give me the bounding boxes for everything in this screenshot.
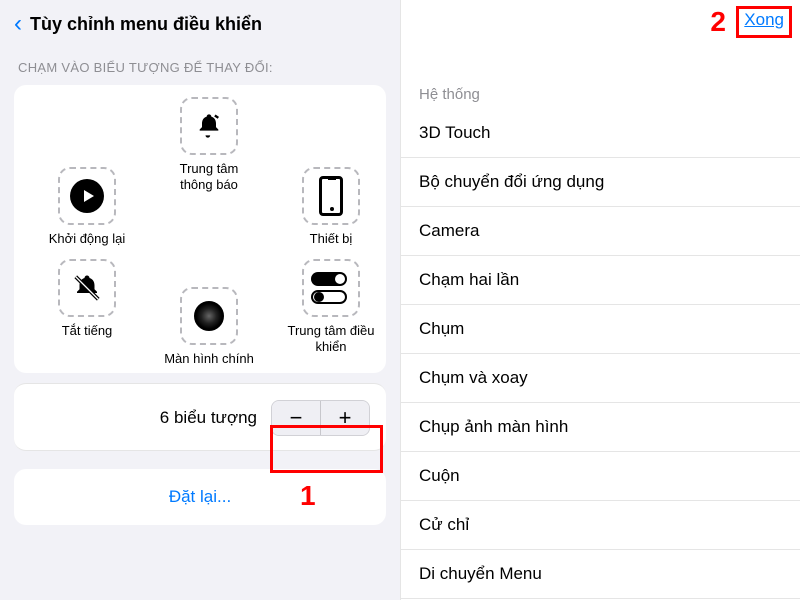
list-item[interactable]: 3D Touch — [401, 109, 800, 158]
restart-icon — [70, 179, 104, 213]
slot-control-center[interactable]: Trung tâm điều khiển — [286, 259, 376, 354]
icons-card: Trung tâm thông báo Khởi động lại Thiết … — [14, 85, 386, 373]
list-item[interactable]: Cử chỉ — [401, 501, 800, 550]
reset-button[interactable]: Đặt lại... — [169, 487, 231, 506]
slot-label: Trung tâm thông báo — [164, 161, 254, 192]
page-title: Tùy chỉnh menu điều khiển — [30, 14, 262, 35]
slot-device[interactable]: Thiết bị — [286, 167, 376, 247]
section-header: CHẠM VÀO BIỂU TƯỢNG ĐỂ THAY ĐỔI: — [0, 50, 400, 81]
feature-list: 3D Touch Bộ chuyển đổi ứng dụng Camera C… — [401, 109, 800, 599]
reset-row: Đặt lại... — [14, 469, 386, 525]
slot-label: Trung tâm điều khiển — [286, 323, 376, 354]
bell-icon — [195, 112, 223, 140]
increment-button[interactable]: + — [321, 401, 369, 435]
slot-label: Thiết bị — [286, 231, 376, 247]
slot-mute[interactable]: Tắt tiếng — [42, 259, 132, 339]
list-item[interactable]: Cuộn — [401, 452, 800, 501]
icon-grid: Trung tâm thông báo Khởi động lại Thiết … — [24, 97, 376, 357]
device-icon — [319, 176, 343, 216]
customize-panel: ‹ Tùy chỉnh menu điều khiển CHẠM VÀO BIỂ… — [0, 0, 400, 600]
slot-label: Tắt tiếng — [42, 323, 132, 339]
list-item[interactable]: Chụp ảnh màn hình — [401, 403, 800, 452]
slot-label: Khởi động lại — [42, 231, 132, 247]
list-header: Hệ thống — [401, 40, 800, 109]
slot-home[interactable]: Màn hình chính — [164, 287, 254, 367]
mute-icon — [72, 273, 102, 303]
list-item[interactable]: Chụm — [401, 305, 800, 354]
list-item[interactable]: Chụm và xoay — [401, 354, 800, 403]
list-item[interactable]: Di chuyển Menu — [401, 550, 800, 599]
slot-notification-center[interactable]: Trung tâm thông báo — [164, 97, 254, 192]
done-button[interactable]: Xong — [744, 10, 784, 30]
icon-count-label: 6 biểu tượng — [160, 408, 257, 428]
list-item[interactable]: Bộ chuyển đổi ứng dụng — [401, 158, 800, 207]
icon-count-stepper: − + — [271, 400, 370, 436]
decrement-button[interactable]: − — [272, 401, 320, 435]
home-icon — [194, 301, 224, 331]
list-item[interactable]: Camera — [401, 207, 800, 256]
slot-label: Màn hình chính — [164, 351, 254, 367]
slot-restart[interactable]: Khởi động lại — [42, 167, 132, 247]
header: ‹ Tùy chỉnh menu điều khiển — [0, 0, 400, 50]
feature-list-panel: Xong Hệ thống 3D Touch Bộ chuyển đổi ứng… — [400, 0, 800, 600]
list-item[interactable]: Chạm hai lần — [401, 256, 800, 305]
back-chevron-icon[interactable]: ‹ — [14, 10, 22, 38]
done-bar: Xong — [401, 0, 800, 40]
icon-count-row: 6 biểu tượng − + — [14, 383, 386, 451]
control-center-icon — [311, 272, 351, 304]
